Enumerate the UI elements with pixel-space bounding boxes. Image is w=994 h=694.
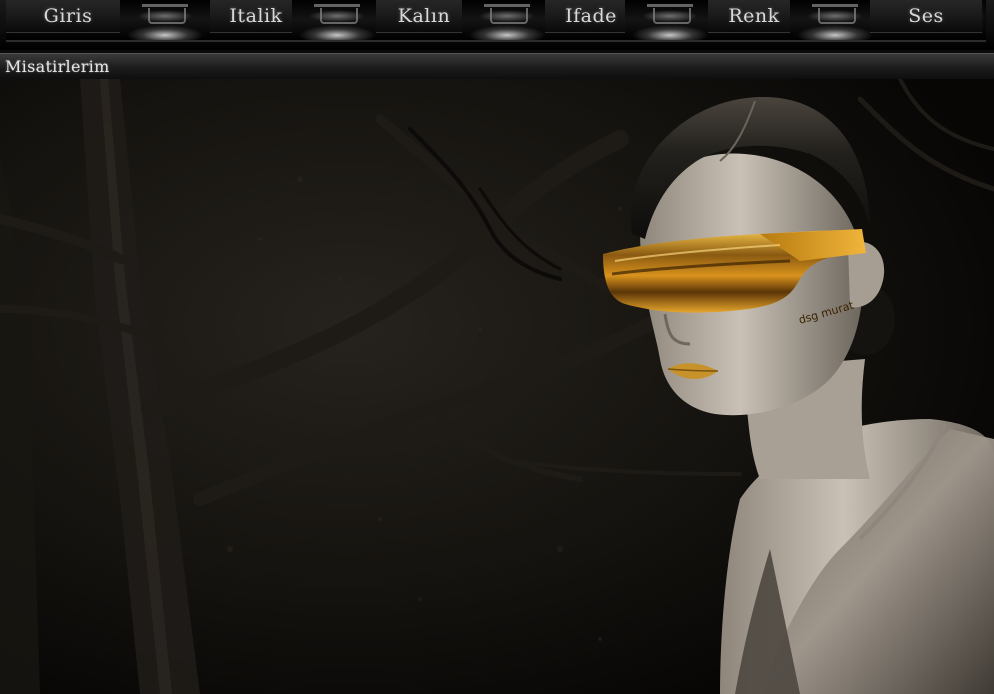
menu-item-label: Kalın (397, 5, 451, 27)
menu-divider-ornament (462, 0, 552, 40)
menu-item-renk[interactable]: Renk (708, 0, 800, 33)
menu-item-label: Ses (908, 5, 944, 27)
menu-item-giris[interactable]: Giris (6, 0, 130, 33)
artwork-image: dsg murat (0, 79, 994, 694)
title-bar: Misatirlerim (0, 53, 994, 80)
menu-item-kalin[interactable]: Kalın (376, 0, 472, 33)
menu-divider-ornament (292, 0, 382, 40)
app-root: Giris Italik Kalın Ifade Renk Ses Misati… (0, 0, 994, 694)
artwork-svg (0, 79, 994, 694)
menu-item-label: Italik (229, 5, 283, 27)
menu-item-italik[interactable]: Italik (210, 0, 302, 33)
menu-divider-ornament (790, 0, 880, 40)
menu-item-ifade[interactable]: Ifade (545, 0, 637, 33)
menu-item-label: Giris (43, 5, 93, 27)
page-title: Misatirlerim (5, 57, 110, 76)
menu-item-ses[interactable]: Ses (870, 0, 982, 33)
menu-item-label: Ifade (565, 5, 617, 27)
menu-item-label: Renk (728, 5, 780, 27)
menu-divider-ornament (625, 0, 715, 40)
menu-divider-ornament (120, 0, 210, 40)
top-menu-bar: Giris Italik Kalın Ifade Renk Ses (0, 0, 994, 50)
